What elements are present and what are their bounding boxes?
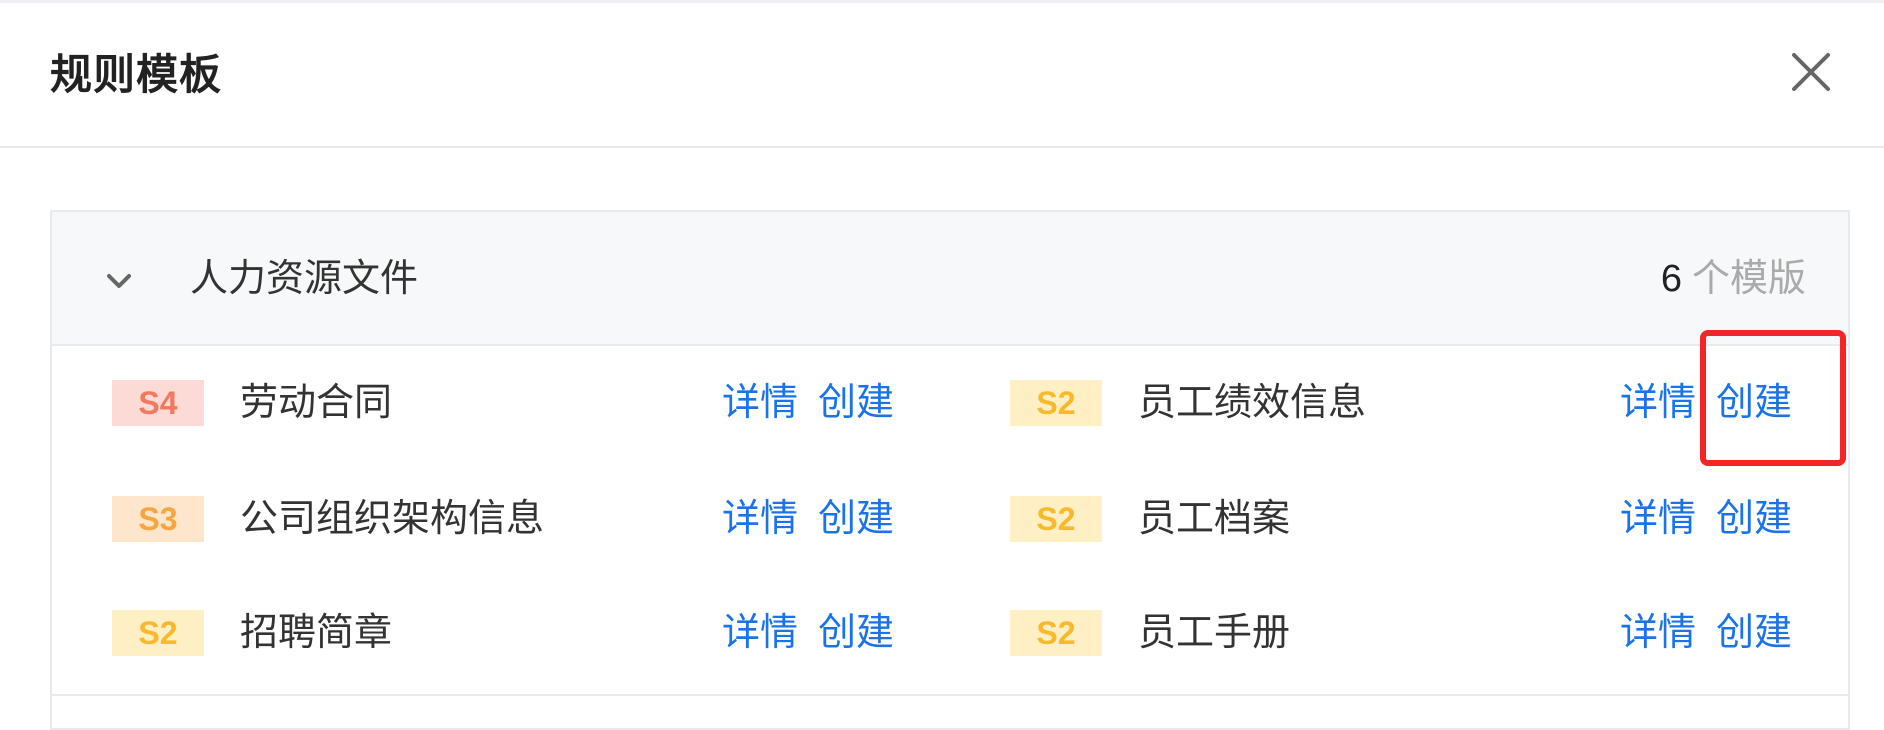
template-row: S3 公司组织架构信息 详情 创建 S2 员工档案 详情 创建	[52, 464, 1848, 580]
template-row: S4 劳动合同 详情 创建 S2 员工绩效信息 详情 创建	[52, 348, 1848, 464]
group-count-unit: 个模版	[1691, 258, 1806, 300]
create-link[interactable]: 创建	[818, 608, 894, 658]
group-count-number: 6	[1660, 258, 1682, 300]
sensitivity-badge: S2	[112, 610, 204, 656]
create-link[interactable]: 创建	[1716, 378, 1792, 428]
detail-link[interactable]: 详情	[1620, 378, 1696, 428]
create-link[interactable]: 创建	[1716, 608, 1792, 658]
create-link[interactable]: 创建	[818, 494, 894, 544]
sensitivity-badge: S2	[1010, 380, 1102, 426]
create-link[interactable]: 创建	[1716, 494, 1792, 544]
sensitivity-badge: S4	[112, 380, 204, 426]
row-divider	[52, 694, 1848, 696]
detail-link[interactable]: 详情	[722, 378, 798, 428]
template-name: 公司组织架构信息	[240, 498, 545, 540]
sensitivity-badge: S3	[112, 496, 204, 542]
template-name: 员工档案	[1138, 498, 1291, 540]
modal-title: 规则模板	[50, 51, 223, 98]
detail-link[interactable]: 详情	[722, 608, 798, 658]
create-link[interactable]: 创建	[818, 378, 894, 428]
modal-header: 规则模板	[0, 3, 1884, 148]
group-header[interactable]: 人力资源文件 6 个模版	[52, 212, 1848, 346]
template-name: 招聘简章	[240, 612, 393, 654]
group-count: 6 个模版	[1661, 254, 1806, 304]
template-name: 员工绩效信息	[1138, 382, 1367, 424]
group-name: 人力资源文件	[190, 258, 419, 300]
chevron-down-icon[interactable]	[104, 266, 134, 296]
template-name: 劳动合同	[240, 382, 393, 424]
detail-link[interactable]: 详情	[1620, 608, 1696, 658]
template-group-panel: 人力资源文件 6 个模版 S4 劳动合同 详情 创建 S2 员工绩效信息 详情 创…	[50, 210, 1850, 730]
template-row: S2 招聘简章 详情 创建 S2 员工手册 详情 创建	[52, 578, 1848, 694]
sensitivity-badge: S2	[1010, 496, 1102, 542]
close-icon[interactable]	[1788, 49, 1834, 95]
detail-link[interactable]: 详情	[1620, 494, 1696, 544]
sensitivity-badge: S2	[1010, 610, 1102, 656]
detail-link[interactable]: 详情	[722, 494, 798, 544]
template-name: 员工手册	[1138, 612, 1291, 654]
